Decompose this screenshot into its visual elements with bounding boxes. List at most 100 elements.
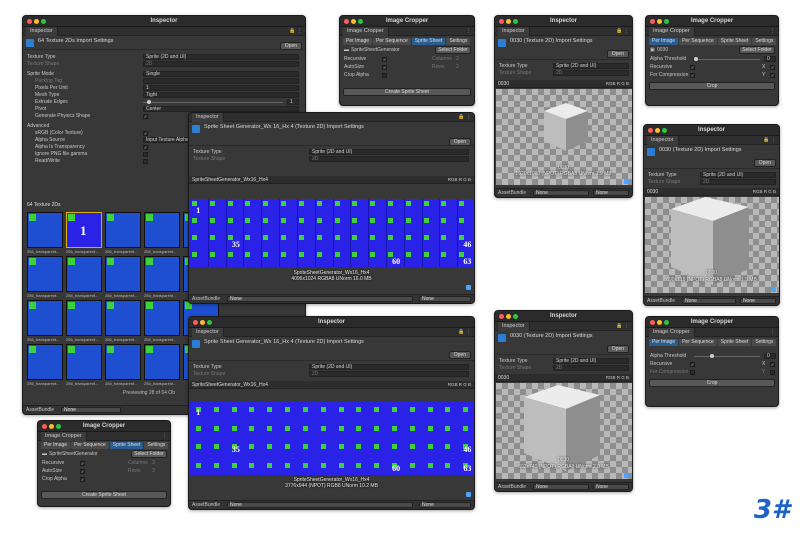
- recursive-checkbox[interactable]: ✓: [80, 461, 85, 466]
- info-icon[interactable]: [624, 473, 629, 478]
- title-bar[interactable]: Inspector: [644, 125, 779, 136]
- subtab-per-image[interactable]: Per Image: [343, 38, 373, 45]
- texture-thumbnail[interactable]: [105, 344, 141, 380]
- select-folder-button[interactable]: Select Folder: [435, 46, 471, 54]
- close-icon[interactable]: [650, 19, 655, 24]
- alpha-threshold-input[interactable]: 0: [764, 353, 776, 359]
- crop-alpha-checkbox[interactable]: [382, 73, 387, 78]
- info-icon[interactable]: [466, 285, 471, 290]
- advanced-foldout[interactable]: Advanced: [27, 123, 49, 129]
- crop-button[interactable]: Crop: [649, 379, 775, 387]
- texture-thumbnail[interactable]: [27, 256, 63, 292]
- menu-icon[interactable]: ⋮: [466, 28, 471, 34]
- lock-icon[interactable]: 🔒 ⋮: [458, 329, 471, 335]
- alpha-threshold-knob[interactable]: [710, 354, 714, 358]
- maximize-icon[interactable]: [56, 424, 61, 429]
- assetbundle-dropdown[interactable]: None: [533, 484, 589, 490]
- close-icon[interactable]: [648, 128, 653, 133]
- title-bar[interactable]: Inspector: [495, 16, 632, 27]
- title-bar[interactable]: Image Cropper: [646, 16, 778, 27]
- close-icon[interactable]: [42, 424, 47, 429]
- texture-thumbnail[interactable]: [144, 256, 180, 292]
- sprite-mode-dropdown[interactable]: Single: [143, 71, 299, 77]
- title-bar[interactable]: Inspector: [189, 317, 474, 328]
- texture-thumbnail[interactable]: [27, 300, 63, 336]
- srgb-checkbox[interactable]: ✓: [143, 131, 148, 136]
- menu-icon[interactable]: ⋮: [770, 28, 775, 34]
- texture-type-dropdown[interactable]: Sprite (2D and UI): [553, 358, 629, 364]
- subtab-sprite-sheet[interactable]: Sprite Sheet: [109, 442, 144, 449]
- minimize-icon[interactable]: [657, 320, 662, 325]
- lock-icon[interactable]: 🔒 ⋮: [763, 137, 776, 143]
- maximize-icon[interactable]: [207, 320, 212, 325]
- for-compression-checkbox[interactable]: ✓: [690, 73, 695, 78]
- subtab-per-image[interactable]: Per Image: [649, 339, 679, 346]
- subtab-per-sequence[interactable]: Per Sequence: [71, 442, 109, 449]
- tab-inspector[interactable]: Inspector: [647, 135, 679, 145]
- variant-dropdown[interactable]: None: [419, 502, 471, 508]
- subtab-per-sequence[interactable]: Per Sequence: [679, 339, 717, 346]
- gen-physics-checkbox[interactable]: ✓: [143, 114, 148, 119]
- read-write-checkbox[interactable]: [143, 159, 148, 164]
- texture-thumbnail[interactable]: [27, 212, 63, 248]
- texture-thumbnail[interactable]: [66, 256, 102, 292]
- texture-type-dropdown[interactable]: Sprite (2D and UI): [143, 54, 299, 60]
- subtab-per-image[interactable]: Per Image: [649, 38, 679, 45]
- mesh-type-dropdown[interactable]: Tight: [143, 92, 299, 98]
- maximize-icon[interactable]: [664, 320, 669, 325]
- alpha-threshold-knob[interactable]: [694, 57, 698, 61]
- open-button[interactable]: Open: [753, 159, 776, 167]
- open-button[interactable]: Open: [606, 50, 629, 58]
- subtab-settings[interactable]: Settings: [752, 38, 777, 45]
- for-compression-checkbox[interactable]: [690, 370, 695, 375]
- texture-thumbnail[interactable]: [144, 344, 180, 380]
- tab-image-cropper[interactable]: Image Cropper: [649, 26, 695, 36]
- texture-type-dropdown[interactable]: Sprite (2D and UI): [553, 63, 629, 69]
- channel-buttons[interactable]: RGB R G B: [606, 81, 629, 86]
- texture-thumbnail[interactable]: [144, 212, 180, 248]
- extrude-input[interactable]: 1: [287, 99, 299, 105]
- minimize-icon[interactable]: [657, 19, 662, 24]
- texture-thumbnail[interactable]: [27, 344, 63, 380]
- channel-buttons[interactable]: RGB R G B: [448, 177, 471, 182]
- subtab-settings[interactable]: Settings: [752, 339, 777, 346]
- tab-inspector[interactable]: Inspector: [498, 321, 530, 331]
- tab-image-cropper[interactable]: Image Cropper: [343, 26, 389, 36]
- lock-icon[interactable]: 🔒 ⋮: [616, 323, 629, 329]
- subtab-sprite-sheet[interactable]: Sprite Sheet: [411, 38, 446, 45]
- title-bar[interactable]: Image Cropper: [38, 421, 170, 432]
- texture-thumbnail[interactable]: [66, 300, 102, 336]
- minimize-icon[interactable]: [506, 314, 511, 319]
- maximize-icon[interactable]: [513, 19, 518, 24]
- channel-buttons[interactable]: RGB R G B: [753, 189, 776, 194]
- variant-dropdown[interactable]: None: [740, 298, 776, 304]
- title-bar[interactable]: Image Cropper: [646, 317, 778, 328]
- subtab-per-image[interactable]: Per Image: [41, 442, 71, 449]
- subtab-sprite-sheet[interactable]: Sprite Sheet: [717, 339, 752, 346]
- subtab-settings[interactable]: Settings: [446, 38, 471, 45]
- minimize-icon[interactable]: [34, 19, 39, 24]
- subtab-sprite-sheet[interactable]: Sprite Sheet: [717, 38, 752, 45]
- lock-icon[interactable]: 🔒 ⋮: [458, 114, 471, 120]
- texture-thumbnail[interactable]: [105, 256, 141, 292]
- close-icon[interactable]: [499, 314, 504, 319]
- tab-inspector[interactable]: Inspector: [26, 26, 58, 36]
- variant-dropdown[interactable]: None: [593, 190, 629, 196]
- x-checkbox[interactable]: ✓: [770, 362, 775, 367]
- assetbundle-dropdown[interactable]: None: [533, 190, 589, 196]
- tab-inspector[interactable]: Inspector: [192, 327, 224, 337]
- minimize-icon[interactable]: [49, 424, 54, 429]
- recursive-checkbox[interactable]: ✓: [690, 65, 695, 70]
- lock-icon[interactable]: 🔒 ⋮: [289, 28, 302, 34]
- open-button[interactable]: Open: [606, 345, 629, 353]
- maximize-icon[interactable]: [513, 314, 518, 319]
- select-folder-button[interactable]: Select Folder: [131, 450, 167, 458]
- texture-thumbnail[interactable]: [105, 212, 141, 248]
- subtab-settings[interactable]: Settings: [144, 442, 169, 449]
- channel-buttons[interactable]: RGB R G B: [606, 375, 629, 380]
- extrude-slider[interactable]: [143, 102, 283, 103]
- maximize-icon[interactable]: [41, 19, 46, 24]
- tab-inspector[interactable]: Inspector: [192, 113, 224, 122]
- minimize-icon[interactable]: [351, 19, 356, 24]
- title-bar[interactable]: Inspector: [495, 311, 632, 322]
